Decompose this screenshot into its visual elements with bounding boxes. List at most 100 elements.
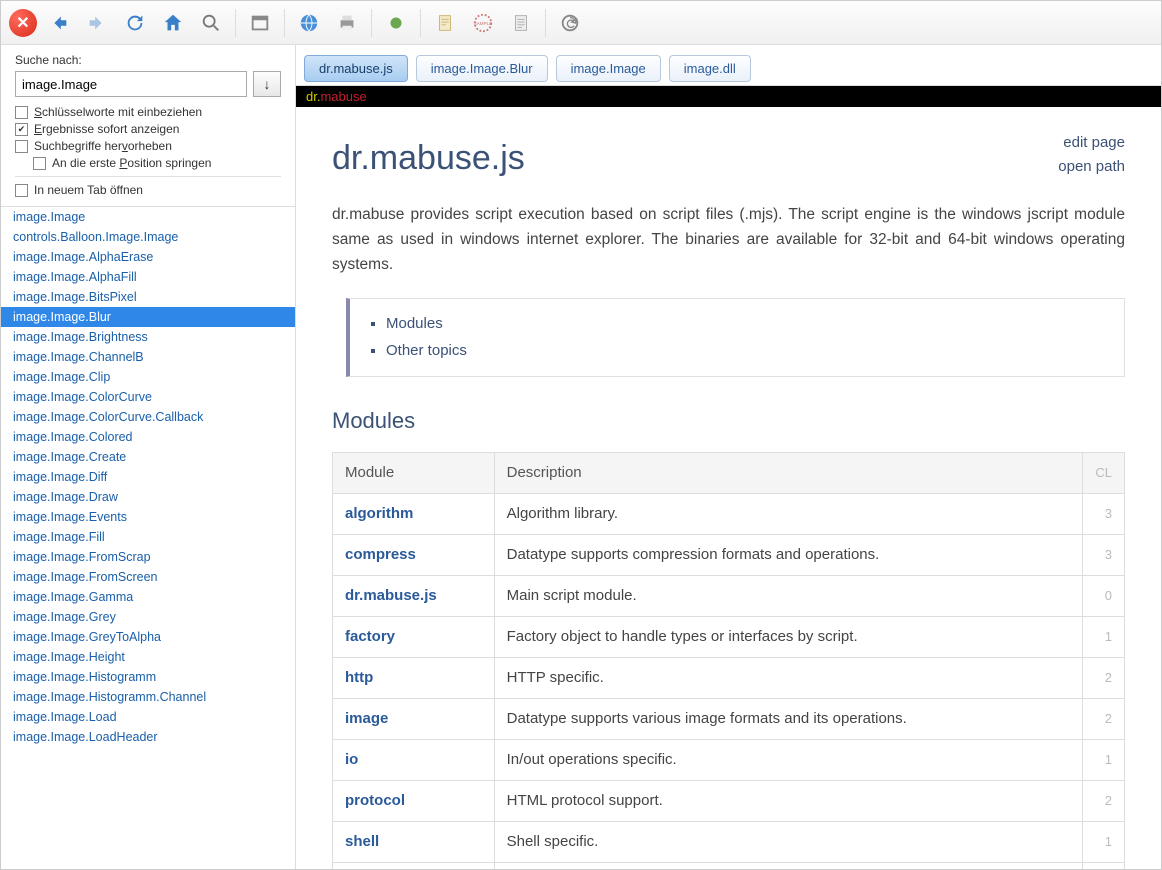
cl-cell: 2 (1083, 698, 1125, 739)
result-item[interactable]: image.Image.Draw (1, 487, 295, 507)
result-item[interactable]: image.Image.Events (1, 507, 295, 527)
th-module: Module (333, 452, 495, 493)
content-scroll[interactable]: dr.mabuse dr.mabuse.js edit page open pa… (296, 85, 1161, 869)
search-icon[interactable] (195, 7, 227, 39)
result-item[interactable]: image.Image.ColorCurve.Callback (1, 407, 295, 427)
stamp-icon[interactable]: SAMPLE (467, 7, 499, 39)
close-icon[interactable]: ✕ (9, 9, 37, 37)
new-window-icon[interactable] (244, 7, 276, 39)
document-tabs: dr.mabuse.js image.Image.Blur image.Image i… (296, 45, 1161, 85)
module-cell: algorithm (333, 493, 495, 534)
edit-page-link[interactable]: edit page (1058, 131, 1125, 155)
option-newtab[interactable]: In neuem Tab öffnen (15, 183, 281, 197)
table-row: io In/out operations specific.1 (333, 739, 1125, 780)
result-item[interactable]: image.Image.Gamma (1, 587, 295, 607)
cl-cell: 1 (1083, 616, 1125, 657)
result-item[interactable]: image.Image.Height (1, 647, 295, 667)
module-cell: factory (333, 616, 495, 657)
small-globe-icon[interactable] (380, 7, 412, 39)
module-link[interactable]: compress (345, 546, 416, 563)
page-icon[interactable] (505, 7, 537, 39)
module-link[interactable]: io (345, 751, 358, 768)
result-item[interactable]: image.Image (1, 207, 295, 227)
result-item[interactable]: image.Image.FromScrap (1, 547, 295, 567)
module-cell: io (333, 739, 495, 780)
document-tab[interactable]: dr.mabuse.js (304, 55, 408, 82)
result-item[interactable]: image.Image.ColorCurve (1, 387, 295, 407)
module-cell: compress (333, 534, 495, 575)
document-tab[interactable]: image.Image (556, 55, 661, 82)
module-link[interactable]: factory (345, 628, 395, 645)
result-item[interactable]: image.Image.BitsPixel (1, 287, 295, 307)
result-item[interactable]: controls.Balloon.Image.Image (1, 227, 295, 247)
document-tab[interactable]: image.dll (669, 55, 751, 82)
module-link[interactable]: shell (345, 833, 379, 850)
home-icon[interactable] (157, 7, 189, 39)
option-highlight[interactable]: Suchbegriffe hervorheben (15, 139, 281, 153)
result-item[interactable]: image.Image.Colored (1, 427, 295, 447)
result-item[interactable]: image.Image.AlphaFill (1, 267, 295, 287)
modules-heading: Modules (332, 403, 1125, 438)
result-item[interactable]: image.Image.Create (1, 447, 295, 467)
modules-table: Module Description CL algorithm Algorithm… (332, 452, 1125, 869)
result-item[interactable]: image.Image.AlphaErase (1, 247, 295, 267)
module-link[interactable]: image (345, 710, 388, 727)
module-cell: http (333, 657, 495, 698)
document-tab[interactable]: image.Image.Blur (416, 55, 548, 82)
desc-cell: HTTP specific. (494, 657, 1083, 698)
result-item[interactable]: image.Image.Fill (1, 527, 295, 547)
result-item[interactable]: image.Image.FromScreen (1, 567, 295, 587)
table-row: shellfolderShell folder support by scrip… (333, 862, 1125, 869)
table-row: imageDatatype supports various image for… (333, 698, 1125, 739)
option-jumpfirst[interactable]: An die erste Position springen (33, 156, 281, 170)
forward-icon[interactable] (81, 7, 113, 39)
cl-cell: 1 (1083, 821, 1125, 862)
search-input[interactable] (15, 71, 247, 97)
result-item[interactable]: image.Image.Histogramm.Channel (1, 687, 295, 707)
toc-item[interactable]: Other topics (386, 339, 1106, 363)
refresh-circle-icon[interactable] (554, 7, 586, 39)
desc-cell: Main script module. (494, 575, 1083, 616)
result-item[interactable]: image.Image.Diff (1, 467, 295, 487)
option-instant[interactable]: Ergebnisse sofort anzeigen (15, 122, 281, 136)
module-link[interactable]: dr.mabuse.js (345, 587, 437, 604)
result-item[interactable]: image.Image.Histogramm (1, 667, 295, 687)
toc-item[interactable]: Modules (386, 312, 1106, 336)
table-row: dr.mabuse.js Main script module.0 (333, 575, 1125, 616)
app-window: ✕ SAMPLE Suche nach: ↓ Schlüssel (0, 0, 1162, 870)
reload-icon[interactable] (119, 7, 151, 39)
th-cl: CL (1083, 452, 1125, 493)
document-icon[interactable] (429, 7, 461, 39)
result-item[interactable]: image.Image.Load (1, 707, 295, 727)
result-item[interactable]: image.Image.Brightness (1, 327, 295, 347)
result-item[interactable]: image.Image.Grey (1, 607, 295, 627)
result-item[interactable]: image.Image.ChannelB (1, 347, 295, 367)
th-desc: Description (494, 452, 1083, 493)
result-item[interactable]: image.Image.Blur (1, 307, 295, 327)
desc-cell: In/out operations specific. (494, 739, 1083, 780)
result-item[interactable]: image.Image.LoadHeader (1, 727, 295, 747)
option-keywords[interactable]: Schlüsselworte mit einbeziehen (15, 105, 281, 119)
search-go-down-button[interactable]: ↓ (253, 71, 281, 97)
intro-paragraph: dr.mabuse provides script execution base… (332, 203, 1125, 277)
search-results-list[interactable]: image.Imagecontrols.Balloon.Image.Imagei… (1, 206, 295, 869)
module-link[interactable]: http (345, 669, 373, 686)
back-icon[interactable] (43, 7, 75, 39)
cl-cell: 1 (1083, 739, 1125, 780)
cl-cell: 3 (1083, 534, 1125, 575)
result-item[interactable]: image.Image.GreyToAlpha (1, 627, 295, 647)
desc-cell: Algorithm library. (494, 493, 1083, 534)
globe-icon[interactable] (293, 7, 325, 39)
table-row: factory Factory object to handle types or… (333, 616, 1125, 657)
main-toolbar: ✕ SAMPLE (1, 1, 1161, 45)
desc-cell: Shell folder support by script. (494, 862, 1083, 869)
page-title: dr.mabuse.js (332, 131, 525, 185)
cl-cell: 0 (1083, 575, 1125, 616)
print-icon[interactable] (331, 7, 363, 39)
desc-cell: Factory object to handle types or interf… (494, 616, 1083, 657)
module-cell: image (333, 698, 495, 739)
result-item[interactable]: image.Image.Clip (1, 367, 295, 387)
module-link[interactable]: protocol (345, 792, 405, 809)
module-link[interactable]: algorithm (345, 505, 413, 522)
open-path-link[interactable]: open path (1058, 155, 1125, 179)
